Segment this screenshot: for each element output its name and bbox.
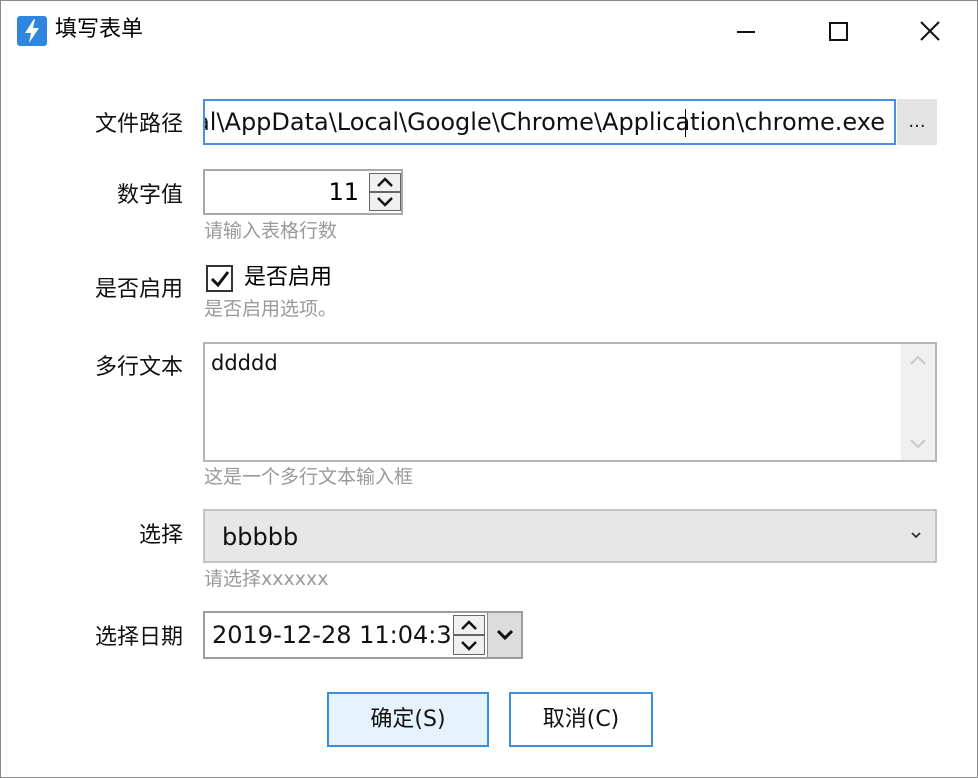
datetime-picker[interactable]: 2019-12-28 11:04:32 — [203, 611, 523, 659]
enabled-hint: 是否启用选项。 — [204, 298, 338, 320]
title-bar[interactable]: 填写表单 — [1, 1, 977, 61]
ok-button[interactable]: 确定(S) — [327, 692, 489, 747]
number-hint: 请输入表格行数 — [204, 220, 338, 242]
number-down-button[interactable] — [369, 192, 401, 211]
number-value: 11 — [328, 178, 359, 206]
number-up-button[interactable] — [369, 173, 401, 192]
multiline-label: 多行文本 — [94, 355, 183, 380]
multiline-textarea[interactable]: ddddd — [203, 342, 937, 462]
path-label: 文件路径 — [94, 112, 183, 137]
checkmark-icon — [210, 270, 229, 287]
datetime-value: 2019-12-28 11:04:32 — [212, 621, 467, 649]
multiline-hint: 这是一个多行文本输入框 — [204, 466, 414, 488]
enabled-label: 是否启用 — [94, 277, 183, 302]
scroll-up-icon[interactable] — [909, 354, 927, 366]
multiline-value: ddddd — [211, 351, 278, 375]
chevron-up-icon — [377, 177, 393, 187]
number-label: 数字值 — [116, 183, 183, 208]
minimize-button[interactable] — [701, 1, 791, 61]
maximize-button[interactable] — [793, 1, 883, 61]
minimize-icon — [737, 31, 755, 33]
dropdown-arrow-icon — [496, 629, 513, 641]
chevron-down-icon — [377, 197, 393, 207]
chevron-down-icon — [461, 640, 477, 651]
chevron-down-icon — [911, 532, 921, 539]
textarea-scrollbar[interactable] — [901, 344, 935, 460]
cancel-button[interactable]: 取消(C) — [509, 692, 653, 747]
option-select[interactable]: bbbbb — [203, 509, 937, 563]
window-title: 填写表单 — [55, 17, 144, 42]
browse-button[interactable]: ... — [897, 99, 937, 145]
close-icon — [920, 21, 940, 41]
close-button[interactable] — [885, 1, 975, 61]
scroll-down-icon[interactable] — [909, 438, 927, 450]
enabled-checkbox[interactable] — [206, 265, 233, 292]
path-input[interactable]: al\AppData\Local\Google\Chrome\Applicati… — [203, 99, 896, 145]
date-down-button[interactable] — [453, 635, 485, 655]
chevron-up-icon — [461, 619, 477, 630]
maximize-icon — [828, 21, 848, 41]
text-caret — [685, 109, 686, 137]
select-hint: 请选择xxxxxx — [204, 568, 329, 590]
number-stepper[interactable]: 11 — [203, 169, 403, 215]
form-dialog: 填写表单 文件路径 al\AppData\Local\Google\Chrome… — [0, 0, 978, 778]
enabled-checkbox-label[interactable]: 是否启用 — [244, 263, 332, 293]
select-label: 选择 — [138, 523, 183, 548]
select-value: bbbbb — [222, 523, 299, 551]
date-label: 选择日期 — [94, 625, 183, 650]
date-up-button[interactable] — [453, 615, 485, 635]
lightning-icon — [17, 16, 47, 46]
calendar-dropdown-button[interactable] — [487, 613, 521, 657]
path-value: al\AppData\Local\Google\Chrome\Applicati… — [203, 108, 885, 136]
